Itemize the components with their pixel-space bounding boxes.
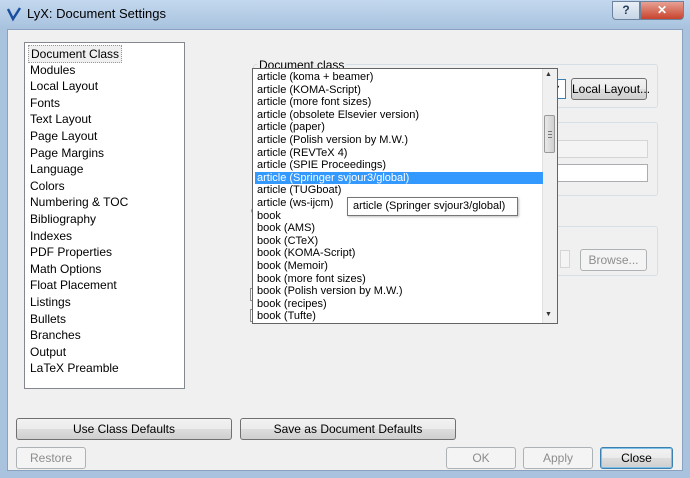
sidebar-item[interactable]: Indexes <box>28 228 74 244</box>
sidebar-item[interactable]: Bibliography <box>28 211 98 227</box>
custom-options-field[interactable] <box>548 140 648 158</box>
sidebar-item[interactable]: Document Class <box>28 45 123 63</box>
dialog-window: LyX: Document Settings ? ✕ Document Clas… <box>0 0 690 478</box>
settings-category-list[interactable]: Document Class Modules Local Layout Fonts Te… <box>24 42 185 389</box>
dropdown-item[interactable]: article (obsolete Elsevier version) <box>255 109 543 121</box>
sidebar-item[interactable]: Colors <box>28 178 67 194</box>
restore-button[interactable]: Restore <box>16 447 86 469</box>
dropdown-item[interactable]: book (Memoir) <box>255 260 543 272</box>
sidebar-item[interactable]: Page Margins <box>28 145 106 161</box>
sidebar-item[interactable]: Text Layout <box>28 111 93 127</box>
sidebar-item[interactable]: Page Layout <box>28 128 99 144</box>
item-tooltip: article (Springer svjour3/global) <box>347 197 518 216</box>
scroll-up-arrow-icon[interactable]: ▲ <box>545 71 552 78</box>
sidebar-item[interactable]: Fonts <box>28 95 62 111</box>
master-document-field[interactable] <box>560 250 570 268</box>
sidebar-item[interactable]: Math Options <box>28 261 103 277</box>
dropdown-item[interactable]: article (Polish version by M.W.) <box>255 134 543 146</box>
sidebar-item[interactable]: Float Placement <box>28 277 119 293</box>
scroll-down-arrow-icon[interactable]: ▼ <box>545 311 552 318</box>
dropdown-item[interactable]: book (Polish version by M.W.) <box>255 285 543 297</box>
title-bar[interactable]: LyX: Document Settings ? ✕ <box>0 0 690 28</box>
apply-button[interactable]: Apply <box>523 447 593 469</box>
lyx-app-icon <box>6 7 22 22</box>
dropdown-item[interactable]: book (recipes) <box>255 298 543 310</box>
close-button[interactable]: Close <box>600 447 673 469</box>
sidebar-item[interactable]: Modules <box>28 62 77 78</box>
dropdown-item[interactable]: article (TUGboat) <box>255 184 543 196</box>
dropdown-item[interactable]: book (more font sizes) <box>255 273 543 285</box>
dropdown-item[interactable]: article (SPIE Proceedings) <box>255 159 543 171</box>
sidebar-item[interactable]: Bullets <box>28 311 68 327</box>
sidebar-item[interactable]: Local Layout <box>28 78 100 94</box>
sidebar-item[interactable]: PDF Properties <box>28 244 114 260</box>
sidebar-item[interactable]: Listings <box>28 294 73 310</box>
window-title: LyX: Document Settings <box>27 6 166 21</box>
help-button[interactable]: ? <box>612 1 640 20</box>
dropdown-item[interactable]: article (Springer svjour3/global) <box>255 171 543 184</box>
dropdown-item[interactable]: book (Tufte) <box>255 310 543 322</box>
ok-button[interactable]: OK <box>446 447 516 469</box>
sidebar-item[interactable]: Language <box>28 161 85 177</box>
dropdown-item[interactable]: article (paper) <box>255 121 543 133</box>
dropdown-item[interactable]: book (AMS) <box>255 222 543 234</box>
dropdown-item[interactable]: book (KOMA-Script) <box>255 247 543 259</box>
dropdown-item[interactable]: article (REVTeX 4) <box>255 147 543 159</box>
scrollbar-thumb[interactable] <box>544 115 555 153</box>
use-class-defaults-button[interactable]: Use Class Defaults <box>16 418 232 440</box>
local-layout-button[interactable]: Local Layout... <box>571 78 650 100</box>
dropdown-scrollbar[interactable]: ▲ ▼ <box>542 69 557 323</box>
sidebar-item[interactable]: Output <box>28 344 68 360</box>
browse-button[interactable]: Browse... <box>580 249 647 271</box>
window-close-button[interactable]: ✕ <box>640 1 684 20</box>
sidebar-item[interactable]: Branches <box>28 327 83 343</box>
sidebar-item[interactable]: Numbering & TOC <box>28 194 130 210</box>
dropdown-item[interactable]: article (KOMA-Script) <box>255 84 543 96</box>
sidebar-item[interactable]: LaTeX Preamble <box>28 360 121 376</box>
dropdown-item[interactable]: article (koma + beamer) <box>255 71 543 83</box>
save-as-document-defaults-button[interactable]: Save as Document Defaults <box>240 418 456 440</box>
document-class-dropdown-list[interactable]: ▲ ▼ article (koma + beamer) article (KOMA… <box>252 68 558 324</box>
dropdown-item[interactable]: book (CTeX) <box>255 235 543 247</box>
options-field[interactable] <box>548 164 648 182</box>
dropdown-item[interactable]: article (more font sizes) <box>255 96 543 108</box>
